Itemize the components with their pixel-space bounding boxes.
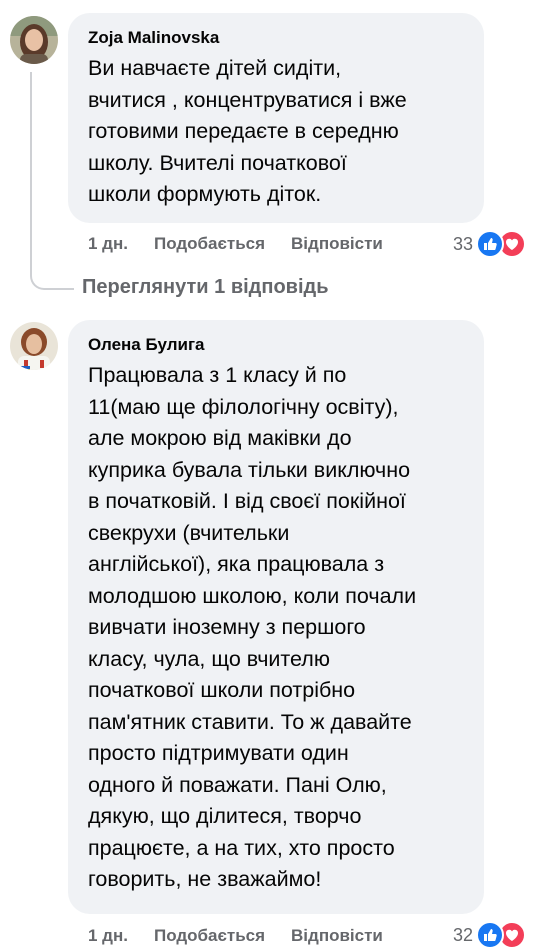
reply-button[interactable]: Відповісти xyxy=(291,926,383,946)
comment-bubble: Олена Булига Працювала з 1 класу й по 11… xyxy=(68,320,484,914)
comment-timestamp[interactable]: 1 дн. xyxy=(88,926,128,946)
comment-text: Працювала з 1 класу й по 11(маю ще філол… xyxy=(88,363,417,891)
reactions-summary[interactable]: 33 xyxy=(453,228,527,260)
comment-text: Ви навчаєте дітей сидіти, вчитися , конц… xyxy=(88,56,407,206)
avatar[interactable] xyxy=(10,322,58,370)
comment-author[interactable]: Zoja Malinovska xyxy=(88,27,464,49)
comment-bubble: Zoja Malinovska Ви навчаєте дітей сидіти… xyxy=(68,13,484,223)
profile-photo xyxy=(10,322,58,370)
avatar[interactable] xyxy=(10,16,58,64)
reaction-count: 32 xyxy=(453,924,474,945)
reply-button[interactable]: Відповісти xyxy=(291,234,383,254)
like-button[interactable]: Подобається xyxy=(154,234,265,254)
comment-author[interactable]: Олена Булига xyxy=(88,334,464,356)
comment-actions: 1 дн. Подобається Відповісти xyxy=(88,232,409,256)
like-icon xyxy=(476,230,505,258)
comment-timestamp[interactable]: 1 дн. xyxy=(88,234,128,254)
profile-photo xyxy=(10,16,58,64)
view-replies-link[interactable]: Переглянути 1 відповідь xyxy=(82,276,329,299)
reaction-count: 33 xyxy=(453,233,474,254)
reactions-summary[interactable]: 32 xyxy=(453,919,527,951)
like-button[interactable]: Подобається xyxy=(154,926,265,946)
comment-actions: 1 дн. Подобається Відповісти xyxy=(88,924,409,948)
like-icon xyxy=(476,921,505,949)
